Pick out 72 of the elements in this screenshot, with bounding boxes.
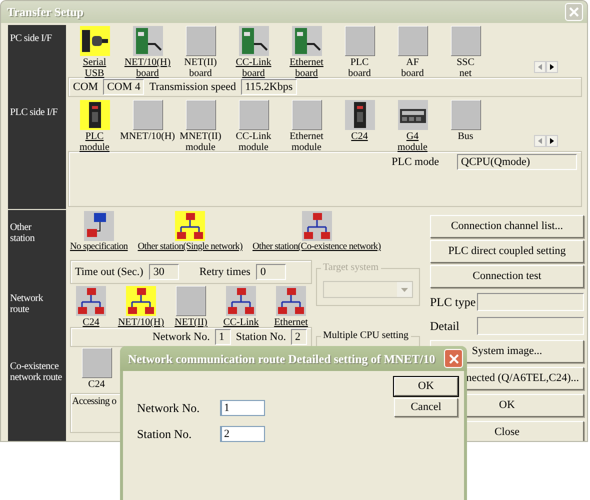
left-arrow-icon xyxy=(538,64,542,70)
field-label: Time out (Sec.) xyxy=(75,264,144,280)
text-field[interactable]: 2 xyxy=(291,329,307,345)
dropdown-field[interactable] xyxy=(323,281,413,298)
field-label: Transmission speed xyxy=(149,80,236,95)
device-option[interactable]: CC-Link module xyxy=(227,100,280,153)
text-field[interactable]: 30 xyxy=(149,264,180,280)
text-field[interactable] xyxy=(477,317,584,335)
device-option[interactable]: NET/10(H) xyxy=(116,286,166,328)
scroll-right-button[interactable] xyxy=(546,135,558,147)
device-option[interactable]: Other station(Single network) xyxy=(138,211,242,253)
section-label: PC side I/F xyxy=(10,33,52,44)
group-title: Multiple CPU setting xyxy=(321,330,411,342)
device-option[interactable]: NET(II) xyxy=(166,286,216,328)
text-field[interactable] xyxy=(477,293,584,311)
field-label: Station No. xyxy=(137,426,193,443)
device-option[interactable]: CC-Link xyxy=(216,286,266,328)
device-option[interactable]: Other station(Co-existence network) xyxy=(252,211,381,253)
text-field[interactable]: 115.2Kbps xyxy=(241,79,297,95)
action-button[interactable]: Connection channel list... xyxy=(430,215,584,238)
close-button[interactable] xyxy=(444,349,463,368)
text-field[interactable]: COM 4 xyxy=(103,79,144,95)
field-label: Accessing o xyxy=(72,395,116,409)
section-label: Co-existence network route xyxy=(10,361,62,383)
device-option[interactable]: PLC module xyxy=(68,100,121,153)
device-option[interactable]: SSC net xyxy=(439,26,492,79)
close-icon xyxy=(448,354,458,364)
field-label: PLC mode xyxy=(392,155,439,170)
field-label: Retry times xyxy=(199,264,250,280)
device-option[interactable]: C24 xyxy=(333,100,386,142)
device-option[interactable]: MNET/10(H) xyxy=(121,100,174,142)
section-label: PLC side I/F xyxy=(10,107,58,118)
device-option[interactable]: Ethernet module xyxy=(280,100,333,153)
field-label: Network No. xyxy=(152,330,210,345)
device-option[interactable]: G4 module xyxy=(386,100,439,153)
device-option[interactable]: Ethernet xyxy=(266,286,316,328)
text-field[interactable]: QCPU(Qmode) xyxy=(457,154,577,170)
dialog-button[interactable]: OK xyxy=(394,377,458,396)
text-field[interactable]: 0 xyxy=(256,264,286,280)
right-arrow-icon xyxy=(550,138,554,144)
device-option[interactable]: MNET(II) module xyxy=(174,100,227,153)
section-label: Network route xyxy=(10,293,43,315)
field-label: PLC type xyxy=(430,294,477,311)
field-label: Station No. xyxy=(236,330,286,345)
dialog-button[interactable]: Cancel xyxy=(394,398,458,417)
device-option[interactable]: C24 xyxy=(70,348,123,390)
device-option[interactable]: No specification xyxy=(70,211,128,253)
device-option[interactable]: CC-Link board xyxy=(227,26,280,79)
group-title: Target system xyxy=(321,262,380,274)
input-field[interactable]: 2 xyxy=(220,426,265,442)
device-option[interactable]: C24 xyxy=(66,286,116,328)
field-label: COM xyxy=(73,80,98,95)
action-button[interactable]: Connection test xyxy=(430,265,584,288)
text-field[interactable]: 1 xyxy=(214,329,231,345)
caret-icon xyxy=(401,288,408,292)
field-label: Detail xyxy=(430,318,460,335)
device-option[interactable]: Bus xyxy=(439,100,492,142)
device-option[interactable]: Ethernet board xyxy=(280,26,333,79)
left-arrow-icon xyxy=(538,138,542,144)
action-button[interactable]: PLC direct coupled setting xyxy=(430,240,584,263)
close-icon xyxy=(569,7,579,17)
device-option[interactable]: AF board xyxy=(386,26,439,79)
device-option[interactable]: PLC board xyxy=(333,26,386,79)
device-option[interactable]: NET/10(H) board xyxy=(121,26,174,79)
device-option[interactable]: NET(II) board xyxy=(174,26,227,79)
section-label: Other station xyxy=(10,222,35,244)
window-title: Transfer Setup xyxy=(7,4,84,21)
input-field[interactable]: 1 xyxy=(220,400,265,416)
device-option[interactable]: Serial USB xyxy=(68,26,121,79)
field-label: Network No. xyxy=(137,400,201,417)
scroll-right-button[interactable] xyxy=(546,61,558,73)
right-arrow-icon xyxy=(550,64,554,70)
